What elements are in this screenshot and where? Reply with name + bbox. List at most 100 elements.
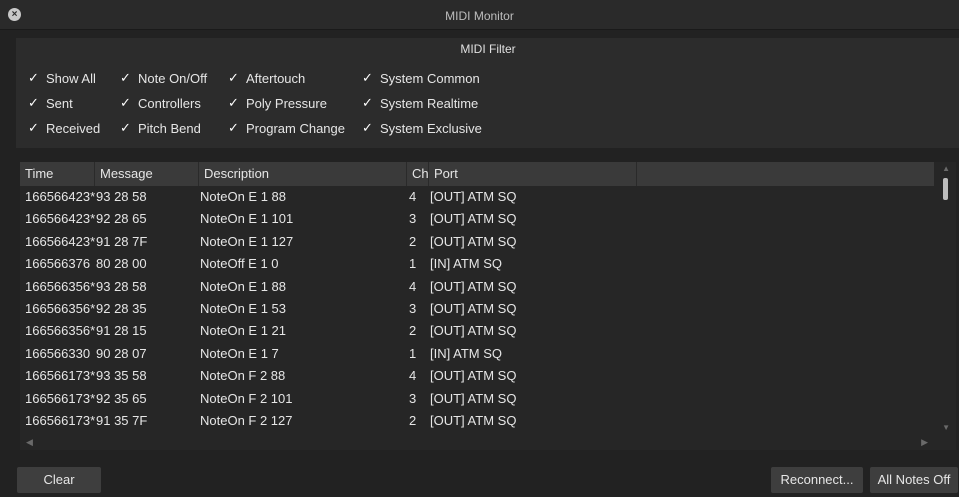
checkbox-system-exclusive[interactable]: ✓ System Exclusive bbox=[362, 119, 482, 137]
checkbox-show-all[interactable]: ✓ Show All bbox=[28, 69, 96, 87]
checkbox-label: System Common bbox=[380, 70, 480, 86]
checkbox-aftertouch[interactable]: ✓ Aftertouch bbox=[228, 69, 305, 87]
checkbox-program-change[interactable]: ✓ Program Change bbox=[228, 119, 345, 137]
checkbox-label: Aftertouch bbox=[246, 70, 306, 86]
table-row[interactable]: 166566173* 92 35 65 NoteOn F 2 101 3 [OUT] A… bbox=[20, 388, 934, 410]
column-header-port[interactable]: Port bbox=[429, 162, 637, 186]
cell-time: 166566173* bbox=[25, 390, 96, 406]
column-header-time[interactable]: Time bbox=[20, 162, 95, 186]
table-row[interactable]: 166566356* 93 28 58 NoteOn E 1 88 4 [OUT] AT… bbox=[20, 276, 934, 298]
cell-ch: 2 bbox=[409, 233, 417, 249]
cell-time: 166566356* bbox=[25, 301, 96, 316]
checkbox-controllers[interactable]: ✓ Controllers bbox=[120, 94, 201, 112]
cell-port: [IN] ATM SQ bbox=[430, 256, 502, 272]
checkmark-icon: ✓ bbox=[120, 120, 131, 135]
cell-ch: 2 bbox=[409, 323, 417, 339]
cell-port: [OUT] ATM SQ bbox=[430, 211, 517, 227]
cell-time: 166566423* bbox=[25, 211, 96, 227]
cell-ch: 4 bbox=[409, 278, 417, 294]
triangle-right-icon[interactable]: ▶ bbox=[921, 437, 928, 448]
cell-ch: 3 bbox=[409, 390, 417, 406]
table-row[interactable]: 166566173* 93 35 58 NoteOn F 2 88 4 [OUT] AT… bbox=[20, 365, 934, 387]
all-notes-off-button[interactable]: All Notes Off bbox=[870, 467, 958, 493]
checkbox-system-common[interactable]: ✓ System Common bbox=[362, 69, 480, 87]
cell-description: NoteOn E 1 21 bbox=[200, 323, 286, 339]
checkmark-icon: ✓ bbox=[228, 70, 239, 85]
cell-ch: 2 bbox=[409, 413, 417, 428]
table-row[interactable]: 166566423* 91 28 7F NoteOn E 1 127 2 [OUT] A… bbox=[20, 231, 934, 253]
scrollbar-thumb[interactable] bbox=[943, 178, 948, 200]
cell-port: [OUT] ATM SQ bbox=[430, 301, 517, 316]
checkbox-label: Show All bbox=[46, 70, 96, 86]
triangle-left-icon[interactable]: ◀ bbox=[26, 437, 33, 448]
clear-button[interactable]: Clear bbox=[17, 467, 101, 493]
cell-message: 80 28 00 bbox=[96, 256, 147, 272]
cell-message: 91 28 7F bbox=[96, 233, 148, 249]
cell-description: NoteOn E 1 53 bbox=[200, 301, 286, 316]
column-header-message[interactable]: Message bbox=[95, 162, 199, 186]
cell-ch: 3 bbox=[409, 211, 417, 227]
cell-message: 93 35 58 bbox=[96, 368, 147, 384]
checkmark-icon: ✓ bbox=[120, 70, 131, 85]
checkbox-note-on-off[interactable]: ✓ Note On/Off bbox=[120, 69, 207, 87]
cell-port: [OUT] ATM SQ bbox=[430, 413, 517, 428]
checkbox-received[interactable]: ✓ Received bbox=[28, 119, 100, 137]
triangle-down-icon[interactable]: ▼ bbox=[942, 423, 950, 432]
triangle-up-icon[interactable]: ▲ bbox=[942, 164, 950, 173]
cell-ch: 1 bbox=[409, 345, 417, 361]
cell-description: NoteOn F 2 101 bbox=[200, 390, 293, 406]
cell-port: [IN] ATM SQ bbox=[430, 345, 502, 361]
cell-description: NoteOn F 2 127 bbox=[200, 413, 293, 428]
cell-description: NoteOn E 1 101 bbox=[200, 211, 294, 227]
table-row[interactable]: 166566423* 92 28 65 NoteOn E 1 101 3 [OUT] A… bbox=[20, 208, 934, 230]
checkbox-sent[interactable]: ✓ Sent bbox=[28, 94, 73, 112]
checkbox-poly-pressure[interactable]: ✓ Poly Pressure bbox=[228, 94, 327, 112]
cell-message: 93 28 58 bbox=[96, 278, 147, 294]
checkmark-icon: ✓ bbox=[362, 95, 373, 110]
cell-message: 92 35 65 bbox=[96, 390, 147, 406]
cell-message: 91 35 7F bbox=[96, 413, 148, 428]
checkmark-icon: ✓ bbox=[362, 120, 373, 135]
reconnect-button[interactable]: Reconnect... bbox=[771, 467, 863, 493]
cell-ch: 4 bbox=[409, 189, 417, 204]
checkmark-icon: ✓ bbox=[362, 70, 373, 85]
checkbox-label: System Realtime bbox=[380, 95, 479, 111]
cell-time: 166566423* bbox=[25, 233, 96, 249]
column-header-blank bbox=[637, 162, 934, 186]
checkbox-label: Sent bbox=[46, 95, 73, 111]
cell-description: NoteOn F 2 88 bbox=[200, 368, 286, 384]
checkbox-label: Program Change bbox=[246, 120, 345, 136]
message-table[interactable]: Time Message Description Ch Port 1665664… bbox=[20, 162, 956, 450]
checkmark-icon: ✓ bbox=[28, 120, 39, 135]
checkbox-label: System Exclusive bbox=[380, 120, 482, 136]
checkbox-system-realtime[interactable]: ✓ System Realtime bbox=[362, 94, 478, 112]
cell-time: 166566330 bbox=[25, 345, 91, 361]
table-row[interactable]: 166566423* 93 28 58 NoteOn E 1 88 4 [OUT] AT… bbox=[20, 186, 934, 208]
table-row[interactable]: 166566376 80 28 00 NoteOff E 1 0 1 [IN] ATM … bbox=[20, 253, 934, 275]
checkbox-label: Note On/Off bbox=[138, 70, 208, 86]
cell-port: [OUT] ATM SQ bbox=[430, 390, 517, 406]
checkbox-label: Poly Pressure bbox=[246, 95, 327, 111]
cell-description: NoteOn E 1 7 bbox=[200, 345, 279, 361]
cell-description: NoteOn E 1 88 bbox=[200, 278, 286, 294]
midi-filter-panel: MIDI Filter ✓ Show All ✓ Sent ✓ Received… bbox=[16, 38, 959, 148]
table-row[interactable]: 166566356* 92 28 35 NoteOn E 1 53 3 [OUT] AT… bbox=[20, 298, 934, 320]
column-header-description[interactable]: Description bbox=[199, 162, 407, 186]
checkbox-label: Pitch Bend bbox=[138, 120, 201, 136]
cell-port: [OUT] ATM SQ bbox=[430, 278, 517, 294]
filter-header: MIDI Filter bbox=[460, 42, 516, 56]
cell-time: 166566423* bbox=[25, 189, 96, 204]
checkmark-icon: ✓ bbox=[28, 95, 39, 110]
checkmark-icon: ✓ bbox=[228, 95, 239, 110]
table-row[interactable]: 166566356* 91 28 15 NoteOn E 1 21 2 [OUT] AT… bbox=[20, 320, 934, 342]
table-row[interactable]: 166566330 90 28 07 NoteOn E 1 7 1 [IN] ATM S… bbox=[20, 343, 934, 365]
cell-port: [OUT] ATM SQ bbox=[430, 233, 517, 249]
checkbox-pitch-bend[interactable]: ✓ Pitch Bend bbox=[120, 119, 201, 137]
column-header-ch[interactable]: Ch bbox=[407, 162, 429, 186]
cell-time: 166566376 bbox=[25, 256, 91, 272]
checkbox-label: Received bbox=[46, 120, 101, 136]
cell-port: [OUT] ATM SQ bbox=[430, 323, 517, 339]
cell-time: 166566356* bbox=[25, 278, 96, 294]
vertical-scrollbar[interactable]: ▲ ▼ bbox=[936, 162, 956, 432]
table-row[interactable]: 166566173* 91 35 7F NoteOn F 2 127 2 [OUT] A… bbox=[20, 410, 934, 432]
